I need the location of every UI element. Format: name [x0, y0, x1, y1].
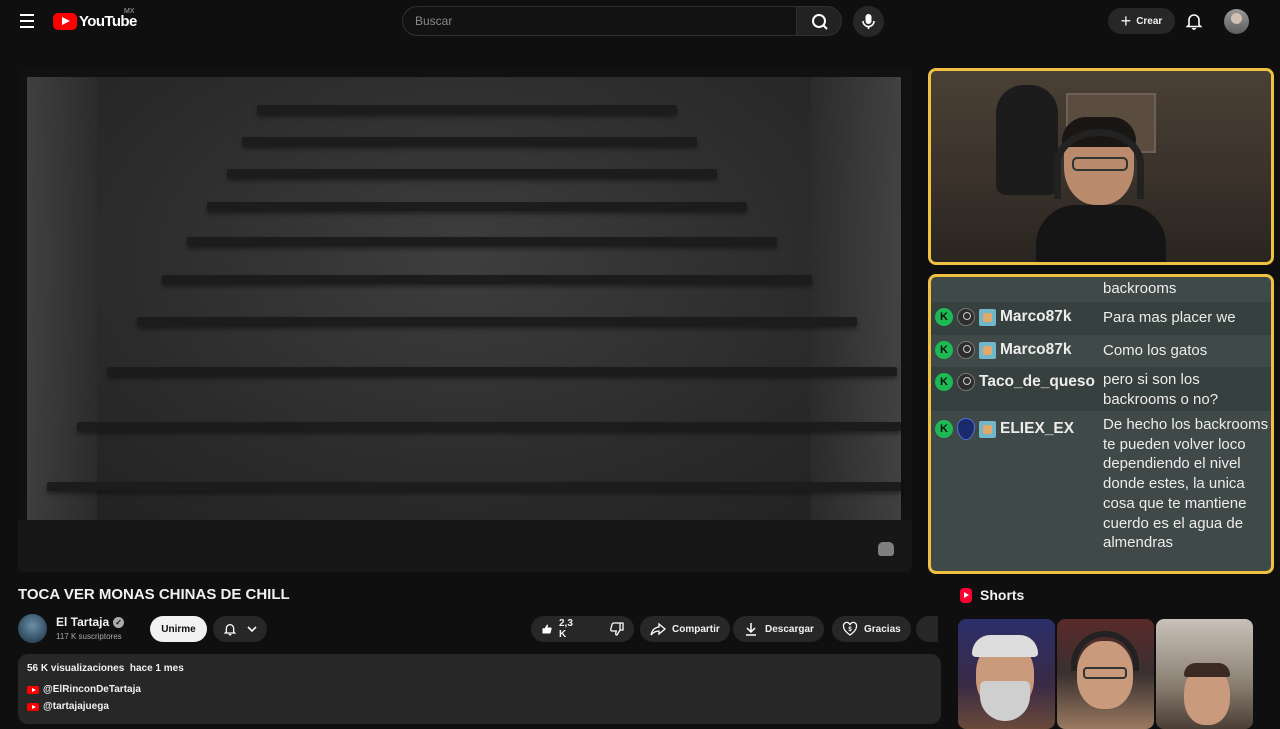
- like-count: 2,3 K: [558, 618, 573, 640]
- short-thumbnail[interactable]: [958, 619, 1055, 729]
- create-button[interactable]: + Crear: [1108, 8, 1175, 34]
- youtube-icon: [27, 685, 39, 694]
- thanks-button[interactable]: $ Gracias: [832, 616, 911, 642]
- alien-badge-icon: [957, 418, 975, 440]
- channel-link-label: @ElRinconDeTartaja: [43, 684, 141, 695]
- share-label: Compartir: [672, 623, 720, 635]
- join-button[interactable]: Unirme: [150, 616, 207, 642]
- shorts-icon: [960, 587, 972, 603]
- channel-name[interactable]: El Tartaja: [56, 615, 109, 629]
- chat-message-text: pero si son los backrooms o no?: [1103, 371, 1219, 408]
- bell-icon: [1185, 14, 1203, 30]
- logo-text: YouTube: [79, 12, 137, 30]
- chat-message-text: Para mas placer we: [1103, 309, 1236, 326]
- create-label: Crear: [1136, 15, 1163, 27]
- channel-avatar[interactable]: [18, 614, 47, 643]
- like-button[interactable]: 2,3 K: [531, 616, 587, 642]
- chat-overlay: backrooms K Marco87k Para mas placer we …: [928, 274, 1274, 574]
- user-badge-icon: [957, 308, 975, 326]
- super-thanks-icon: $: [842, 621, 858, 636]
- short-thumbnail[interactable]: [1156, 619, 1253, 729]
- description-box[interactable]: 56 K visualizaciones hace 1 mes @ElRinco…: [18, 654, 941, 724]
- search-box: [402, 6, 796, 36]
- microphone-icon: [862, 14, 875, 29]
- video-frame: [27, 77, 901, 531]
- subscriber-badge-icon: [979, 308, 996, 326]
- view-count: 56 K visualizaciones: [27, 663, 125, 674]
- bell-icon: [223, 623, 237, 636]
- user-badge-icon: [957, 373, 975, 391]
- youtube-play-icon: [53, 12, 77, 30]
- chevron-down-icon: [247, 626, 257, 633]
- channel-link[interactable]: @ElRinconDeTartaja: [27, 684, 141, 695]
- thumbs-up-icon: [542, 624, 552, 634]
- channel-watermark-icon[interactable]: [878, 542, 894, 556]
- like-dislike-group: 2,3 K: [531, 616, 634, 642]
- menu-button[interactable]: [14, 10, 40, 32]
- shorts-label: Shorts: [980, 587, 1025, 603]
- search-icon: [812, 14, 828, 30]
- download-icon: [746, 623, 756, 636]
- plus-icon: +: [1120, 11, 1132, 31]
- youtube-logo[interactable]: YouTube MX: [53, 8, 137, 31]
- short-thumbnail[interactable]: [1057, 619, 1154, 729]
- youtube-icon: [27, 702, 39, 711]
- notifications-button[interactable]: [1183, 10, 1205, 32]
- share-button[interactable]: Compartir: [640, 616, 730, 642]
- chat-message-text: De hecho los backrooms te pueden volver …: [1103, 416, 1269, 552]
- more-actions-button[interactable]: [916, 616, 938, 642]
- subscriber-count: 117 K suscriptores: [56, 632, 122, 641]
- chat-author: Marco87k: [1000, 308, 1072, 325]
- upload-date: hace 1 mes: [129, 663, 184, 674]
- download-label: Descargar: [765, 623, 814, 635]
- thanks-label: Gracias: [864, 623, 901, 635]
- search-button[interactable]: [796, 6, 842, 36]
- webcam-overlay: [928, 68, 1274, 265]
- video-meta: 56 K visualizaciones hace 1 mes: [27, 663, 184, 674]
- channel-name-row[interactable]: El Tartaja ✓: [56, 615, 125, 629]
- user-badge-icon: [957, 341, 975, 359]
- subscriber-badge-icon: [979, 420, 996, 438]
- chat-message-text: backrooms: [1103, 280, 1177, 297]
- streamer-image: [1036, 117, 1166, 262]
- kick-badge-icon: K: [935, 308, 953, 326]
- subscription-bell-button[interactable]: [213, 616, 267, 642]
- top-bar: YouTube MX + Crear: [0, 0, 1280, 42]
- channel-link-label: @tartajajuega: [43, 701, 109, 712]
- verified-icon: ✓: [113, 616, 125, 628]
- subscriber-badge-icon: [979, 341, 996, 359]
- voice-search-button[interactable]: [853, 6, 884, 37]
- search-input[interactable]: [403, 7, 796, 35]
- chat-message-text: Como los gatos: [1103, 342, 1208, 359]
- download-button[interactable]: Descargar: [733, 616, 824, 642]
- user-avatar[interactable]: [1224, 9, 1249, 34]
- video-title: TOCA VER MONAS CHINAS DE CHILL: [18, 586, 290, 603]
- chat-author: Taco_de_queso: [979, 373, 1096, 390]
- kick-badge-icon: K: [935, 420, 953, 438]
- svg-text:$: $: [848, 627, 852, 633]
- kick-badge-icon: K: [935, 341, 953, 359]
- country-code: MX: [124, 8, 135, 15]
- thumbs-down-icon: [609, 622, 624, 636]
- dislike-button[interactable]: [599, 616, 635, 642]
- share-icon: [650, 622, 666, 636]
- shorts-header: Shorts: [960, 587, 1024, 603]
- channel-link[interactable]: @tartajajuega: [27, 701, 109, 712]
- chat-author: ELIEX_EX: [1000, 420, 1075, 437]
- chat-author: Marco87k: [1000, 341, 1072, 358]
- kick-badge-icon: K: [935, 373, 953, 391]
- video-player[interactable]: [18, 66, 912, 572]
